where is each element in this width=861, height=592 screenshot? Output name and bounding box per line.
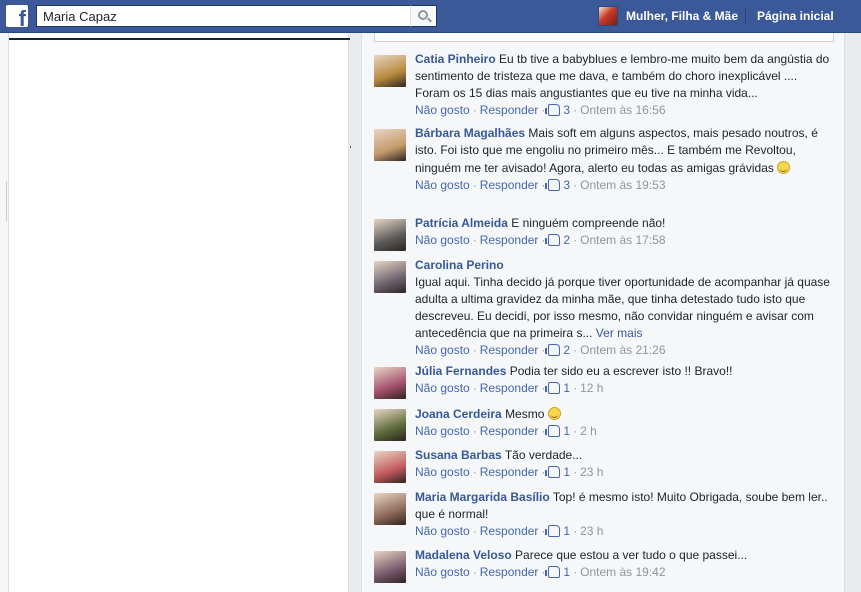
comment-actions: Não gosto · Responder · 2 · Ontem às 17:58 <box>415 233 666 247</box>
reply-link[interactable]: Responder <box>480 343 539 357</box>
comment-author[interactable]: Susana Barbas <box>415 448 502 462</box>
comment-text: Tão verdade... <box>504 448 583 462</box>
comment-actions: Não gosto · Responder · 1 · 2 h <box>415 424 597 438</box>
comment-author[interactable]: Maria Margarida Basílio <box>415 490 550 504</box>
reply-link[interactable]: Responder <box>480 233 539 247</box>
dislike-link[interactable]: Não gosto <box>415 465 470 479</box>
comment-time[interactable]: 23 h <box>580 524 603 538</box>
comment-text: Podia ter sido eu a escrever isto !! Bra… <box>509 364 733 378</box>
comment-author[interactable]: Joana Cerdeira <box>415 407 502 421</box>
comment-time[interactable]: Ontem às 19:42 <box>580 565 665 579</box>
dislike-link[interactable]: Não gosto <box>415 565 470 579</box>
dislike-link[interactable]: Não gosto <box>415 103 470 117</box>
thumbs-up-icon <box>545 525 561 537</box>
comment-actions: Não gosto · Responder · 1 · 23 h <box>415 465 604 479</box>
like-count[interactable]: 3 <box>545 178 570 192</box>
avatar[interactable] <box>374 261 406 293</box>
reply-link[interactable]: Responder <box>480 465 539 479</box>
page-avatar <box>598 6 618 26</box>
thumbs-up-icon <box>545 425 561 437</box>
search-button[interactable] <box>410 5 437 27</box>
comment-time[interactable]: 23 h <box>580 465 603 479</box>
comment-actions: Não gosto · Responder · 3 · Ontem às 19:53 <box>415 178 666 192</box>
avatar[interactable] <box>374 367 406 399</box>
search-box <box>36 5 410 27</box>
comment-text: Mesmo <box>505 407 545 421</box>
comment-author[interactable]: Bárbara Magalhães <box>415 126 525 140</box>
home-link[interactable]: Página inicial <box>757 9 834 23</box>
thumbs-up-icon <box>545 179 561 191</box>
thumbs-up-icon <box>545 466 561 478</box>
dislike-link[interactable]: Não gosto <box>415 424 470 438</box>
comment-actions: Não gosto · Responder · 2 · Ontem às 21:26 <box>415 343 666 357</box>
nav-divider <box>745 8 746 24</box>
reply-link[interactable]: Responder <box>480 565 539 579</box>
reply-link[interactable]: Responder <box>480 424 539 438</box>
avatar[interactable] <box>374 451 406 483</box>
like-count[interactable]: 1 <box>545 381 570 395</box>
left-column <box>8 33 350 592</box>
thumbs-up-icon <box>545 382 561 394</box>
page-scrollbar-area <box>845 33 861 592</box>
avatar[interactable] <box>374 129 406 161</box>
dislike-link[interactable]: Não gosto <box>415 178 470 192</box>
comment-author[interactable]: Júlia Fernandes <box>415 364 506 378</box>
comment-author[interactable]: Carolina Perino <box>415 258 504 272</box>
reply-link[interactable]: Responder <box>480 381 539 395</box>
avatar[interactable] <box>374 55 406 87</box>
comment-author[interactable]: Madalena Veloso <box>415 548 512 562</box>
like-count[interactable]: 1 <box>545 465 570 479</box>
avatar[interactable] <box>374 219 406 251</box>
reply-link[interactable]: Responder <box>480 524 539 538</box>
comment-time[interactable]: 2 h <box>580 424 597 438</box>
left-edge <box>0 33 8 592</box>
like-count[interactable]: 1 <box>545 524 570 538</box>
comment-author[interactable]: Patrícia Almeida <box>415 216 508 230</box>
avatar[interactable] <box>374 409 406 441</box>
reply-link[interactable]: Responder <box>480 103 539 117</box>
like-count[interactable]: 1 <box>545 424 570 438</box>
comment-actions: Não gosto · Responder · 3 · Ontem às 16:56 <box>415 103 666 117</box>
page-profile-link[interactable]: Mulher, Filha & Mãe <box>598 6 738 26</box>
reply-link[interactable]: Responder <box>480 178 539 192</box>
comment-time[interactable]: Ontem às 17:58 <box>580 233 665 247</box>
dislike-link[interactable]: Não gosto <box>415 343 470 357</box>
see-more-link[interactable]: Ver mais <box>596 326 643 340</box>
comment-time[interactable]: 12 h <box>580 381 603 395</box>
comments-panel: Catia Pinheiro Eu tb tive a babyblues e … <box>361 33 845 592</box>
like-count[interactable]: 2 <box>545 233 570 247</box>
relieved-emoji-icon <box>547 407 561 420</box>
comment-text: Parece que estou a ver tudo o que passei… <box>515 548 748 562</box>
comment-actions: Não gosto · Responder · 1 · Ontem às 19:42 <box>415 565 666 579</box>
dislike-link[interactable]: Não gosto <box>415 381 470 395</box>
dislike-link[interactable]: Não gosto <box>415 524 470 538</box>
facebook-logo-icon[interactable]: f <box>6 5 28 27</box>
like-count[interactable]: 1 <box>545 565 570 579</box>
like-count[interactable]: 3 <box>545 103 570 117</box>
comment-actions: Não gosto · Responder · 1 · 23 h <box>415 524 604 538</box>
search-input[interactable] <box>37 6 410 26</box>
comment-time[interactable]: Ontem às 19:53 <box>580 178 665 192</box>
thumbs-up-icon <box>545 104 561 116</box>
dislike-link[interactable]: Não gosto <box>415 233 470 247</box>
thumbs-up-icon <box>545 566 561 578</box>
like-count[interactable]: 2 <box>545 343 570 357</box>
top-bar: f Mulher, Filha & Mãe Página inicial <box>0 0 861 33</box>
page-name: Mulher, Filha & Mãe <box>626 9 739 23</box>
comment-author[interactable]: Catia Pinheiro <box>415 52 496 66</box>
comment-time[interactable]: Ontem às 16:56 <box>580 103 665 117</box>
comment-time[interactable]: Ontem às 21:26 <box>580 343 665 357</box>
smile-emoji-icon <box>777 161 791 174</box>
avatar[interactable] <box>374 551 406 583</box>
thumbs-up-icon <box>545 234 561 246</box>
comment-text: E ninguém compreende não! <box>511 216 666 230</box>
thumbs-up-icon <box>545 344 561 356</box>
comment-actions: Não gosto · Responder · 1 · 12 h <box>415 381 604 395</box>
avatar[interactable] <box>374 493 406 525</box>
